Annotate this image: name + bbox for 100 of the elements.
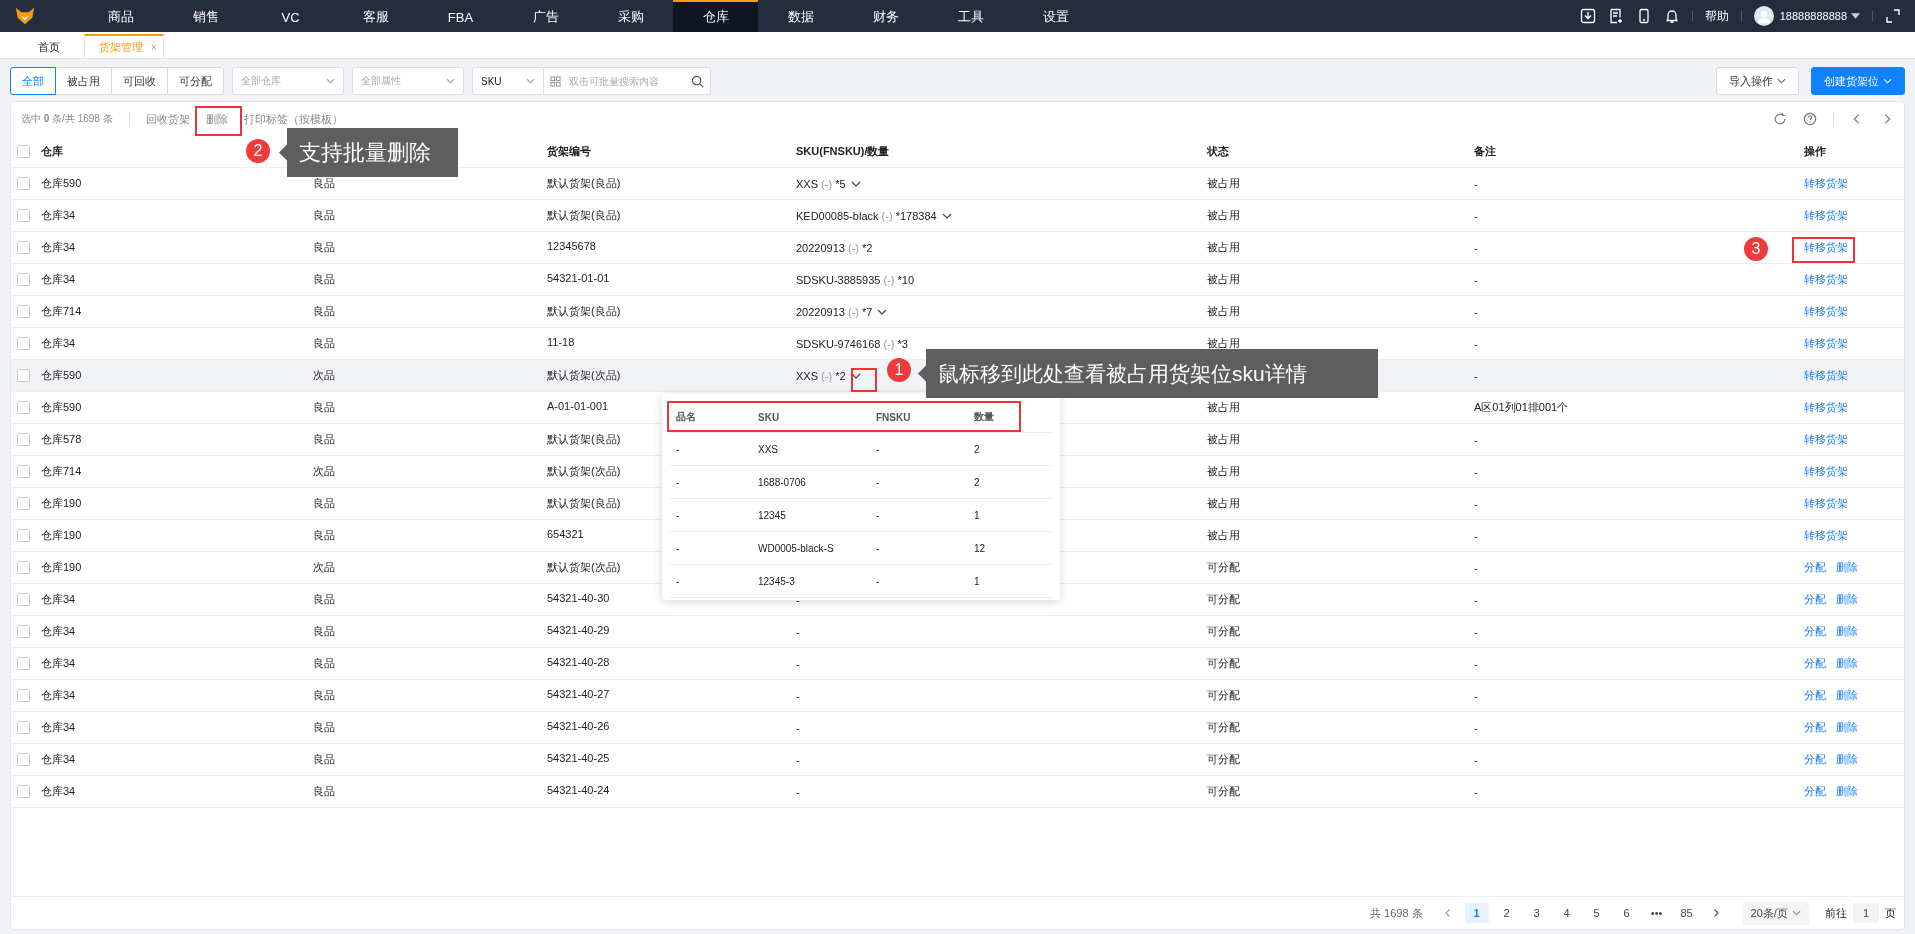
row-checkbox[interactable] (17, 465, 30, 478)
row-checkbox[interactable] (17, 305, 30, 318)
row-action-link[interactable]: 分配 (1804, 784, 1826, 799)
row-checkbox[interactable] (17, 657, 30, 670)
page-number[interactable]: 4 (1554, 903, 1579, 923)
nav-tab[interactable]: 数据 (758, 0, 843, 32)
attribute-select[interactable]: 全部属性 (352, 67, 464, 95)
row-action-link[interactable]: 分配 (1804, 592, 1826, 607)
row-checkbox[interactable] (17, 369, 30, 382)
row-action-link[interactable]: 删除 (1836, 560, 1858, 575)
row-action-link[interactable]: 转移货架 (1804, 240, 1848, 255)
bulk-action-link[interactable]: 打印标签（按模板） (243, 111, 343, 127)
row-checkbox[interactable] (17, 497, 30, 510)
nav-tab[interactable]: 广告 (503, 0, 588, 32)
row-action-link[interactable]: 转移货架 (1804, 208, 1848, 223)
document-add-icon[interactable] (1607, 8, 1624, 24)
nav-tab[interactable]: 设置 (1013, 0, 1098, 32)
nav-tab[interactable]: 商品 (78, 0, 163, 32)
row-action-link[interactable]: 转移货架 (1804, 400, 1848, 415)
row-checkbox[interactable] (17, 593, 30, 606)
row-action-link[interactable]: 删除 (1836, 624, 1858, 639)
row-checkbox[interactable] (17, 721, 30, 734)
page-tab[interactable]: 货架管理 × (84, 34, 164, 58)
row-action-link[interactable]: 删除 (1836, 656, 1858, 671)
warehouse-select[interactable]: 全部仓库 (232, 67, 344, 95)
row-action-link[interactable]: 分配 (1804, 688, 1826, 703)
page-number[interactable]: 2 (1494, 903, 1519, 923)
caret-icon[interactable] (1851, 13, 1860, 19)
row-checkbox[interactable] (17, 209, 30, 222)
row-action-link[interactable]: 转移货架 (1804, 528, 1848, 543)
row-action-link[interactable]: 转移货架 (1804, 336, 1848, 351)
row-action-link[interactable]: 转移货架 (1804, 496, 1848, 511)
filter-tab[interactable]: 被占用 (55, 67, 112, 95)
row-checkbox[interactable] (17, 753, 30, 766)
row-action-link[interactable]: 删除 (1836, 752, 1858, 767)
nav-tab[interactable]: FBA (418, 0, 503, 32)
row-checkbox[interactable] (17, 401, 30, 414)
row-action-link[interactable]: 分配 (1804, 720, 1826, 735)
row-checkbox[interactable] (17, 785, 30, 798)
filter-tab[interactable]: 全部 (10, 67, 56, 95)
chevron-down-icon[interactable] (1777, 78, 1786, 84)
row-action-link[interactable]: 转移货架 (1804, 304, 1848, 319)
search-field[interactable]: 双击可批量搜索内容 (544, 67, 711, 95)
page-input[interactable]: 1 (1852, 903, 1879, 923)
fullscreen-icon[interactable] (1885, 8, 1901, 24)
page-number[interactable]: 3 (1524, 903, 1549, 923)
chevron-down-icon[interactable] (850, 180, 861, 187)
avatar-icon[interactable] (1753, 6, 1774, 26)
help-link[interactable]: 帮助 (1704, 7, 1729, 25)
page-size-select[interactable]: 20条/页 (1742, 901, 1809, 925)
chevron-down-icon[interactable] (850, 372, 861, 379)
user-name[interactable]: 18888888888 (1779, 10, 1847, 22)
nav-tab[interactable]: 财务 (843, 0, 928, 32)
import-button[interactable]: 导入操作 (1716, 67, 1799, 95)
search-input[interactable]: 双击可批量搜索内容 (567, 74, 685, 88)
nav-tab[interactable]: 销售 (163, 0, 248, 32)
row-action-link[interactable]: 分配 (1804, 752, 1826, 767)
row-action-link[interactable]: 分配 (1804, 560, 1826, 575)
row-checkbox[interactable] (17, 561, 30, 574)
row-action-link[interactable]: 转移货架 (1804, 272, 1848, 287)
row-action-link[interactable]: 分配 (1804, 624, 1826, 639)
download-icon[interactable] (1579, 8, 1596, 24)
row-action-link[interactable]: 删除 (1836, 784, 1858, 799)
row-checkbox[interactable] (17, 337, 30, 350)
row-checkbox[interactable] (17, 689, 30, 702)
nav-tab[interactable]: 仓库 (673, 0, 758, 32)
row-checkbox[interactable] (17, 241, 30, 254)
help-icon[interactable] (1803, 112, 1817, 126)
row-action-link[interactable]: 删除 (1836, 592, 1858, 607)
row-checkbox[interactable] (17, 433, 30, 446)
chevron-down-icon[interactable] (941, 212, 952, 219)
row-checkbox[interactable] (17, 529, 30, 542)
row-checkbox[interactable] (17, 177, 30, 190)
create-shelf-button[interactable]: 创建货架位 (1811, 67, 1905, 95)
page-number[interactable]: 85 (1674, 903, 1699, 923)
row-action-link[interactable]: 转移货架 (1804, 176, 1848, 191)
bulk-action-link[interactable]: 回收货架 (145, 111, 190, 127)
row-action-link[interactable]: 转移货架 (1804, 432, 1848, 447)
nav-tab[interactable]: 采购 (588, 0, 673, 32)
nav-tab[interactable]: 客服 (333, 0, 418, 32)
page-number[interactable]: 6 (1614, 903, 1639, 923)
row-action-link[interactable]: 转移货架 (1804, 368, 1848, 383)
bell-icon[interactable] (1663, 8, 1680, 24)
search-icon[interactable] (691, 74, 704, 88)
row-checkbox[interactable] (17, 273, 30, 286)
row-action-link[interactable]: 分配 (1804, 656, 1826, 671)
page-number[interactable]: ••• (1644, 903, 1669, 923)
bulk-action-link[interactable]: 删除 (205, 111, 228, 127)
refresh-icon[interactable] (1773, 112, 1787, 126)
close-icon[interactable]: × (151, 41, 157, 53)
page-tab[interactable]: 首页 (20, 34, 78, 58)
row-action-link[interactable]: 删除 (1836, 688, 1858, 703)
grid-icon[interactable] (550, 75, 561, 87)
row-action-link[interactable]: 转移货架 (1804, 464, 1848, 479)
page-number[interactable]: 5 (1584, 903, 1609, 923)
search-type-select[interactable]: SKU (472, 67, 544, 95)
row-action-link[interactable]: 删除 (1836, 720, 1858, 735)
filter-tab[interactable]: 可分配 (167, 67, 224, 95)
nav-tab[interactable]: 工具 (928, 0, 1013, 32)
filter-tab[interactable]: 可回收 (111, 67, 168, 95)
